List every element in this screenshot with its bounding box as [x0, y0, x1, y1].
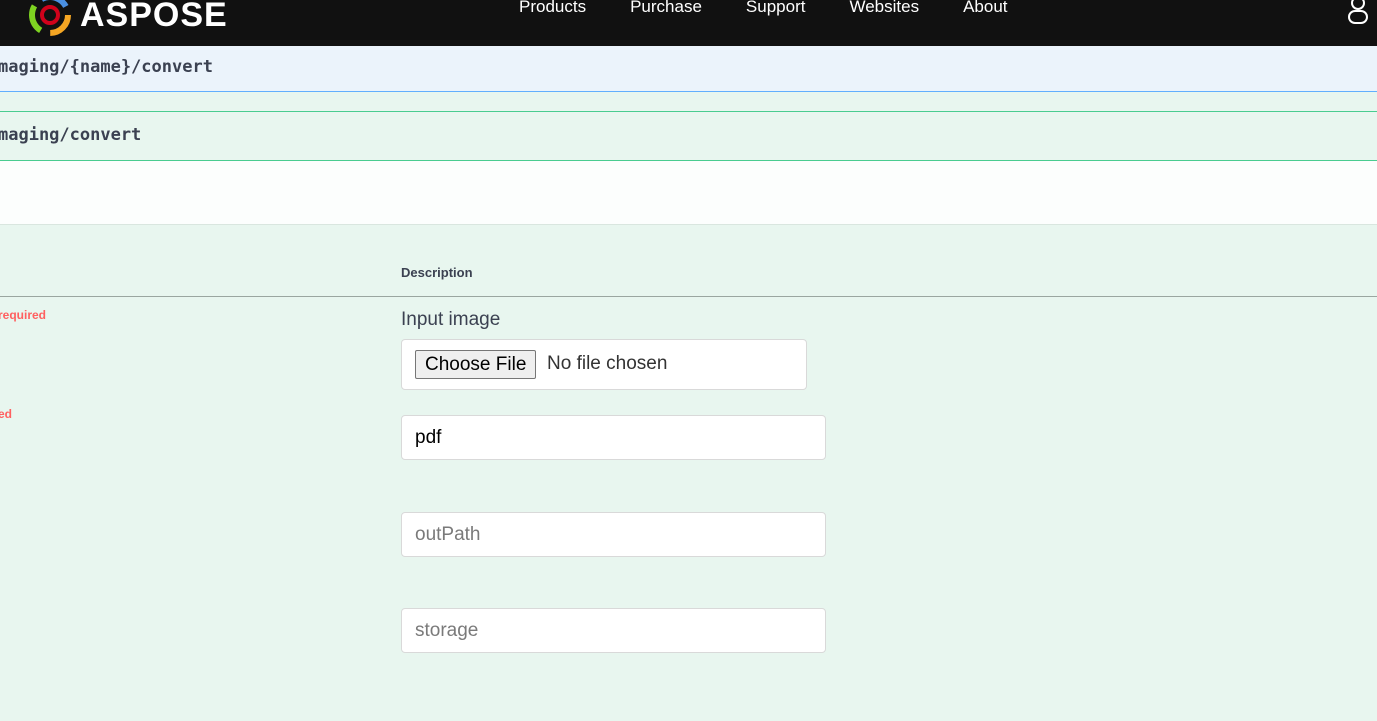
- get-endpoint-path: maging/{name}/convert: [0, 57, 213, 77]
- required-flag: required: [0, 308, 47, 322]
- nav-about[interactable]: About: [963, 0, 1007, 17]
- file-status-text: No file chosen: [547, 353, 668, 374]
- table-header-divider: [0, 296, 1377, 297]
- brand[interactable]: ASPOSE: [28, 0, 228, 38]
- nav-support[interactable]: Support: [746, 0, 806, 17]
- storage-input[interactable]: [401, 608, 826, 653]
- operation-description-area: [0, 161, 1377, 225]
- file-input[interactable]: Choose File No file chosen: [401, 339, 807, 390]
- format-input[interactable]: [401, 415, 826, 460]
- brand-name: ASPOSE: [80, 0, 228, 34]
- nav-links: Products Purchase Support Websites About: [519, 0, 1052, 17]
- top-navigation-bar: ASPOSE Products Purchase Support Website…: [0, 0, 1377, 46]
- aspose-logo-icon: [29, 0, 71, 36]
- file-param-description: Input image: [401, 309, 501, 330]
- get-endpoint-summary[interactable]: maging/{name}/convert: [0, 46, 1377, 92]
- outpath-input[interactable]: [401, 512, 826, 557]
- nav-purchase[interactable]: Purchase: [630, 0, 702, 17]
- user-account-icon[interactable]: [1346, 0, 1370, 26]
- post-endpoint-path: maging/convert: [0, 125, 142, 145]
- choose-file-button[interactable]: Choose File: [415, 350, 537, 379]
- nav-websites[interactable]: Websites: [849, 0, 919, 17]
- description-column-header: Description: [401, 265, 473, 280]
- nav-products[interactable]: Products: [519, 0, 586, 17]
- post-endpoint-summary[interactable]: maging/convert: [0, 112, 1377, 161]
- required-flag-format: ed: [0, 407, 13, 421]
